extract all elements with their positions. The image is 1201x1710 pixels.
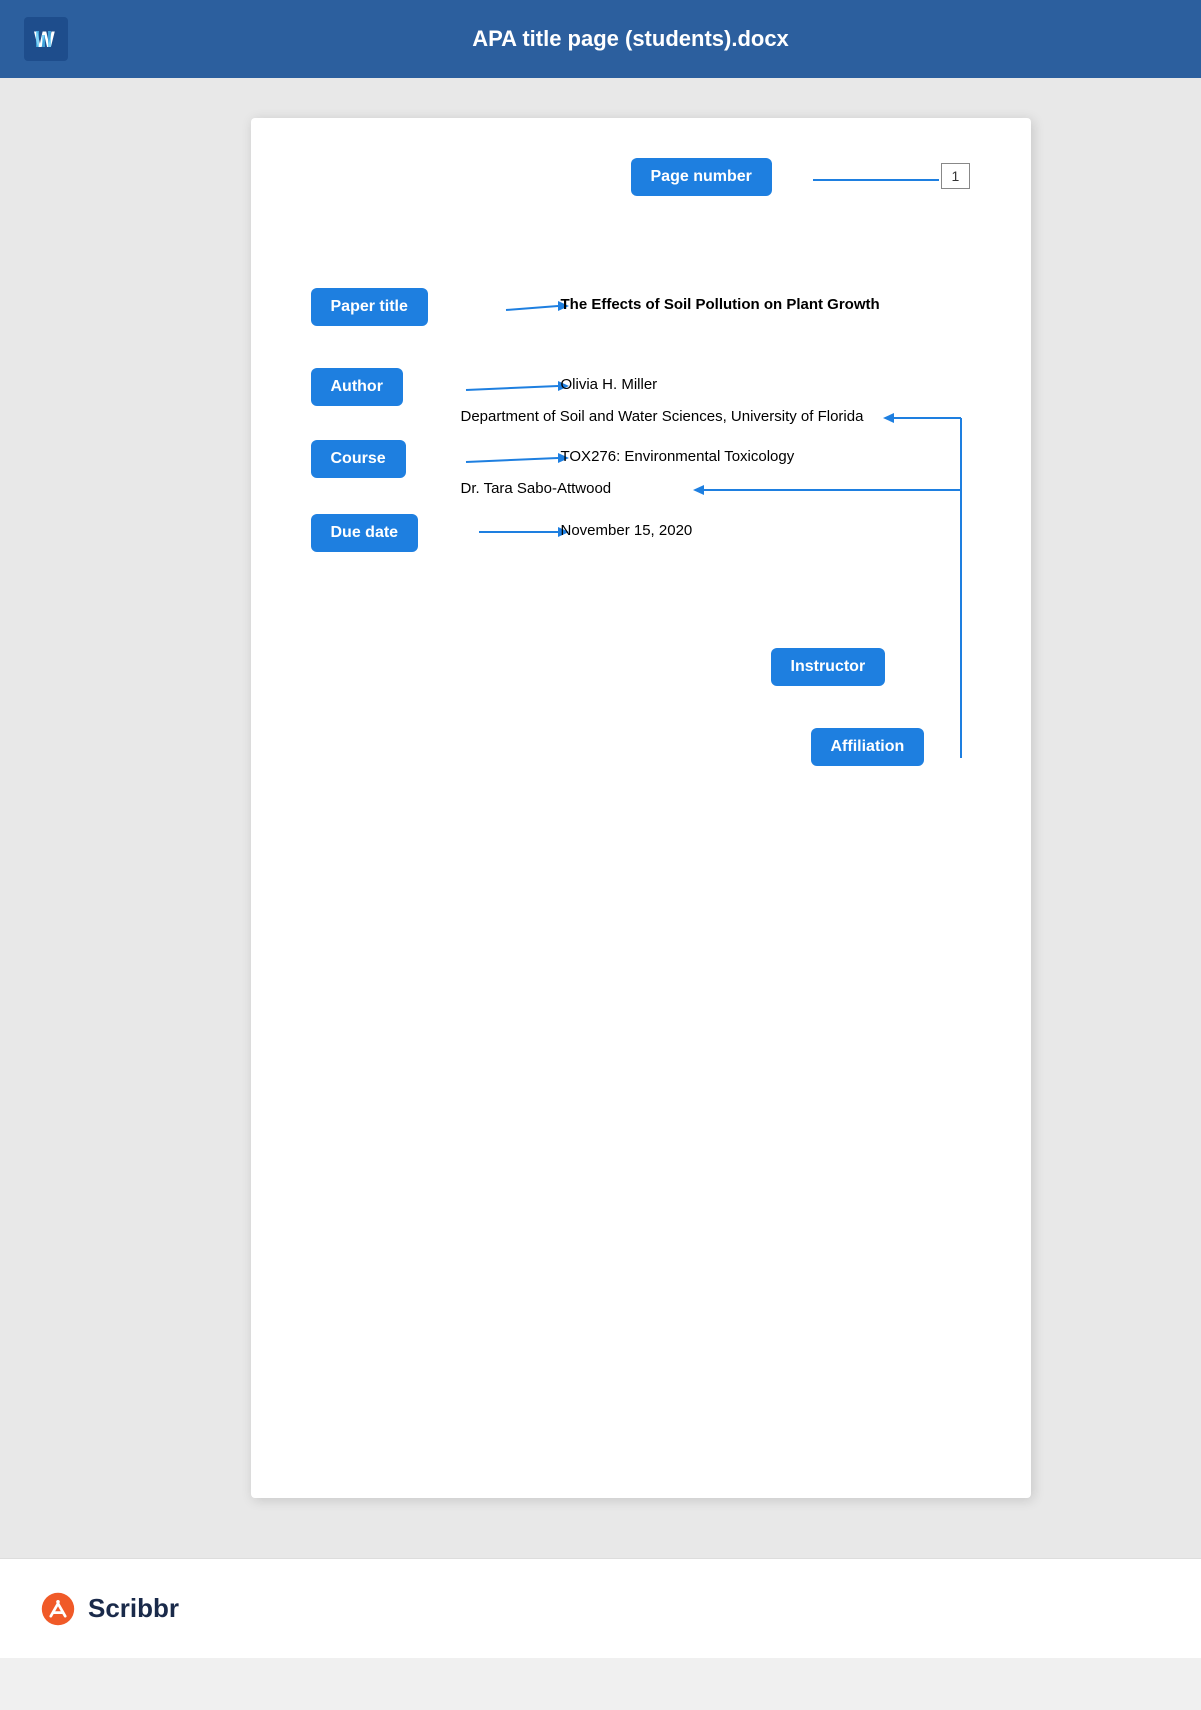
paper-title-label: Paper title [311,288,428,326]
document-paper: Page number 1 Paper title The Effects of… [251,118,1031,1498]
instructor-doc-text: Dr. Tara Sabo-Attwood [461,480,612,497]
footer: Scribbr [0,1558,1201,1658]
course-doc-text: TOX276: Environmental Toxicology [561,448,795,465]
connector-lines [311,158,971,958]
instructor-label: Instructor [771,648,886,686]
due-date-label: Due date [311,514,419,552]
page-number-value: 1 [941,163,971,189]
main-content: Page number 1 Paper title The Effects of… [0,78,1201,1558]
word-icon: W [24,17,68,61]
diagram-area: Page number 1 Paper title The Effects of… [311,158,971,958]
scribbr-logo-icon [40,1591,76,1627]
top-bar: W APA title page (students).docx [0,0,1201,78]
due-date-doc-text: November 15, 2020 [561,522,693,539]
document-title: APA title page (students).docx [84,26,1177,52]
author-label: Author [311,368,403,406]
course-label: Course [311,440,406,478]
paper-title-text: The Effects of Soil Pollution on Plant G… [561,296,880,313]
affiliation-doc-text: Department of Soil and Water Sciences, U… [461,408,864,425]
author-name-text: Olivia H. Miller [561,376,658,393]
scribbr-brand-name: Scribbr [88,1593,179,1624]
affiliation-label: Affiliation [811,728,925,766]
page-number-label: Page number [631,158,772,196]
